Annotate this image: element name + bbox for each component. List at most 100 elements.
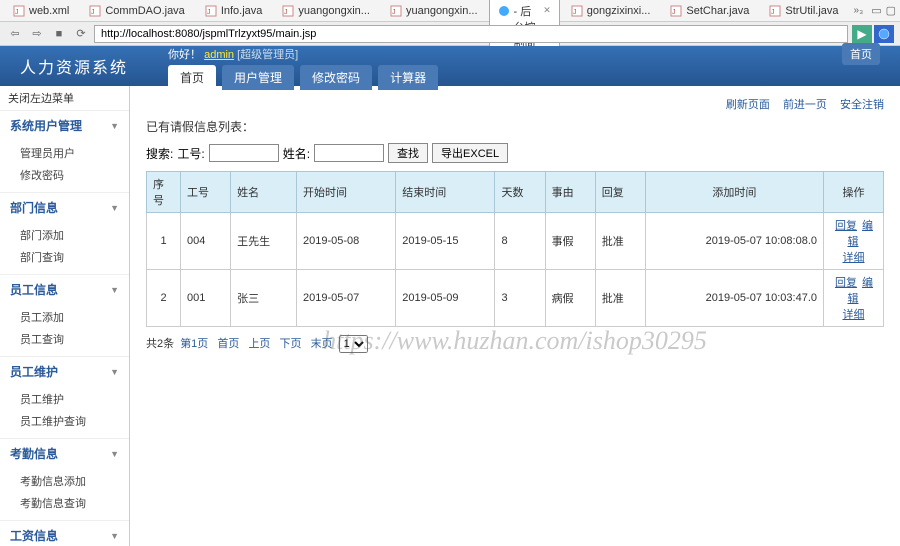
list-title: 已有请假信息列表： <box>146 118 884 135</box>
ide-tab-label: StrUtil.java <box>785 5 838 17</box>
ide-tab-label: gongzixinxi... <box>587 5 651 17</box>
xingming-input[interactable] <box>314 144 384 162</box>
gonghao-label: 工号: <box>177 145 204 162</box>
ide-tab-bar: Jweb.xmlJCommDAO.javaJInfo.javaJyuangong… <box>0 0 900 22</box>
table-cell: 3 <box>495 270 545 327</box>
pager: 共2条 第1页 首页 上页 下页 末页 1 <box>146 335 884 353</box>
tab-more-icon[interactable]: »₃ <box>854 5 864 16</box>
column-header: 天数 <box>495 172 545 213</box>
column-header: 操作 <box>824 172 884 213</box>
chevron-down-icon: ▼ <box>110 121 119 131</box>
url-input[interactable] <box>94 25 848 43</box>
svg-text:J: J <box>392 9 396 16</box>
app-logo: 人力资源系统 <box>20 54 128 78</box>
pager-next[interactable]: 下页 <box>280 338 302 350</box>
search-label: 搜索: <box>146 145 173 162</box>
svg-text:J: J <box>207 9 211 16</box>
chevron-down-icon: ▼ <box>110 203 119 213</box>
close-tab-icon[interactable]: ✕ <box>543 5 551 16</box>
go-button[interactable]: ▶ <box>852 25 872 43</box>
refresh-page-link[interactable]: 刷新页面 <box>726 99 770 111</box>
ide-tab-label: Info.java <box>221 5 263 17</box>
minimize-icon[interactable]: ▭ <box>871 4 881 17</box>
search-bar: 搜索: 工号: 姓名: 查找 导出EXCEL <box>146 143 884 163</box>
export-excel-button[interactable]: 导出EXCEL <box>432 143 508 163</box>
table-cell: 批准 <box>595 270 645 327</box>
current-user-link[interactable]: admin <box>204 49 234 61</box>
detail-link[interactable]: 详细 <box>843 252 865 264</box>
table-cell: 张三 <box>231 270 297 327</box>
column-header: 添加时间 <box>645 172 823 213</box>
stop-button[interactable]: ■ <box>50 25 68 43</box>
menu-group-title[interactable]: 部门信息▼ <box>0 193 129 222</box>
sidebar: 关闭左边菜单 系统用户管理▼管理员用户修改密码部门信息▼部门添加部门查询员工信息… <box>0 86 130 546</box>
xingming-label: 姓名: <box>283 145 310 162</box>
menu-item[interactable]: 修改密码 <box>0 164 129 186</box>
logout-link[interactable]: 安全注销 <box>840 99 884 111</box>
pager-total: 共2条 <box>146 338 174 350</box>
svg-text:J: J <box>573 9 577 16</box>
column-header: 事由 <box>545 172 595 213</box>
menu-group-title[interactable]: 员工维护▼ <box>0 357 129 386</box>
pager-current: 第1页 <box>180 338 208 350</box>
menu-group-title[interactable]: 考勤信息▼ <box>0 439 129 468</box>
menu-group-title[interactable]: 系统用户管理▼ <box>0 111 129 140</box>
back-button[interactable]: ⇦ <box>6 25 24 43</box>
java-file-icon: J <box>390 5 402 17</box>
table-cell: 2019-05-09 <box>396 270 495 327</box>
ide-tab-label: yuangongxin... <box>406 5 478 17</box>
table-cell: 病假 <box>545 270 595 327</box>
pager-select[interactable]: 1 <box>339 335 368 353</box>
maximize-icon[interactable]: ▢ <box>886 4 896 17</box>
menu-item[interactable]: 考勤信息查询 <box>0 492 129 514</box>
pager-prev[interactable]: 上页 <box>248 338 270 350</box>
column-header: 序号 <box>147 172 181 213</box>
home-link[interactable]: 首页 <box>842 43 880 65</box>
ide-tab-label: SetChar.java <box>686 5 749 17</box>
ops-cell: 回复 编辑详细 <box>824 213 884 270</box>
table-cell: 王先生 <box>231 213 297 270</box>
menu-item[interactable]: 员工维护查询 <box>0 410 129 432</box>
table-row: 2001张三2019-05-072019-05-093病假批准2019-05-0… <box>147 270 884 327</box>
java-file-icon: J <box>282 5 294 17</box>
main-content: 刷新页面 前进一页 安全注销 已有请假信息列表： 搜索: 工号: 姓名: 查找 … <box>130 86 900 546</box>
forward-page-link[interactable]: 前进一页 <box>783 99 827 111</box>
chevron-down-icon: ▼ <box>110 367 119 377</box>
pager-last[interactable]: 末页 <box>311 338 333 350</box>
refresh-button[interactable]: ⟳ <box>72 25 90 43</box>
reply-link[interactable]: 回复 <box>835 277 857 289</box>
detail-link[interactable]: 详细 <box>843 309 865 321</box>
reply-link[interactable]: 回复 <box>835 220 857 232</box>
table-cell: 8 <box>495 213 545 270</box>
menu-item[interactable]: 部门查询 <box>0 246 129 268</box>
menu-item[interactable]: 管理员用户 <box>0 142 129 164</box>
menu-item[interactable]: 考勤信息添加 <box>0 470 129 492</box>
forward-button[interactable]: ⇨ <box>28 25 46 43</box>
app-header: 人力资源系统 你好！ admin [超级管理员] 首页 首页用户管理修改密码计算… <box>0 46 900 86</box>
menu-group-title[interactable]: 员工信息▼ <box>0 275 129 304</box>
column-header: 工号 <box>181 172 231 213</box>
menu-group-title[interactable]: 工资信息▼ <box>0 521 129 546</box>
menu-item[interactable]: 部门添加 <box>0 224 129 246</box>
close-sidebar-button[interactable]: 关闭左边菜单 <box>0 86 129 111</box>
svg-text:J: J <box>15 9 19 16</box>
table-cell: 批准 <box>595 213 645 270</box>
table-cell: 2019-05-07 10:03:47.0 <box>645 270 823 327</box>
globe-button[interactable] <box>874 25 894 43</box>
ide-tab-label: CommDAO.java <box>105 5 184 17</box>
menu-item[interactable]: 员工查询 <box>0 328 129 350</box>
table-cell: 事假 <box>545 213 595 270</box>
chevron-down-icon: ▼ <box>110 285 119 295</box>
table-cell: 004 <box>181 213 231 270</box>
gonghao-input[interactable] <box>209 144 279 162</box>
java-file-icon: J <box>205 5 217 17</box>
pager-home[interactable]: 首页 <box>217 338 239 350</box>
ops-cell: 回复 编辑详细 <box>824 270 884 327</box>
menu-item[interactable]: 员工添加 <box>0 306 129 328</box>
search-button[interactable]: 查找 <box>388 143 428 163</box>
page-actions: 刷新页面 前进一页 安全注销 <box>146 96 884 118</box>
column-header: 回复 <box>595 172 645 213</box>
column-header: 结束时间 <box>396 172 495 213</box>
svg-text:J: J <box>771 9 775 16</box>
menu-item[interactable]: 员工维护 <box>0 388 129 410</box>
